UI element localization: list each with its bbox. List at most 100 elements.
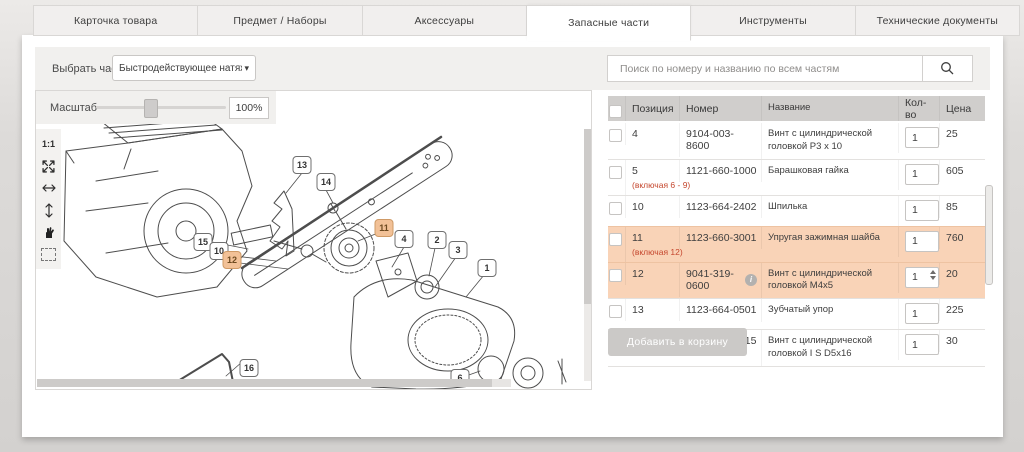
- price-cell: 605: [939, 160, 985, 182]
- tool-zoom-ratio-1-1-icon[interactable]: 1:1: [36, 133, 61, 155]
- tool-fit-height-icon[interactable]: [36, 199, 61, 221]
- chevron-down-icon: ▾: [244, 63, 249, 74]
- quantity-input[interactable]: [905, 303, 939, 324]
- search-box: [607, 55, 973, 82]
- row-checkbox-cell: [608, 263, 625, 282]
- quantity-stepper: [905, 127, 939, 148]
- diagram-vertical-scrollbar[interactable]: [584, 129, 591, 381]
- tab-3[interactable]: Аксессуары: [363, 5, 527, 36]
- quantity-cell: [898, 123, 939, 153]
- includes-note: (включая 6 - 9): [632, 180, 675, 190]
- row-checkbox[interactable]: [609, 233, 622, 246]
- part-number: 1123-664-0501: [686, 304, 757, 316]
- table-row: 11(включая 12)1123-660-3001Упругая зажим…: [608, 226, 985, 262]
- part-name-cell: Упругая зажимная шайба: [761, 227, 898, 250]
- part-number: 9104-003-8600: [686, 128, 757, 152]
- tab-5[interactable]: Инструменты: [691, 5, 855, 36]
- part-number-cell: 1123-660-3001: [679, 227, 761, 249]
- diagram-vertical-scrollbar-thumb[interactable]: [584, 129, 591, 304]
- row-checkbox[interactable]: [609, 129, 622, 142]
- magnifier-icon: [940, 61, 955, 76]
- toolbar-band: Выбрать часть Быстродействующее натяжно …: [35, 47, 990, 90]
- quantity-cell: [898, 196, 939, 226]
- row-checkbox-cell: [608, 196, 625, 215]
- quantity-input[interactable]: [905, 127, 939, 148]
- part-label-3[interactable]: 3: [449, 241, 468, 259]
- column-header-5: Цена: [939, 96, 985, 121]
- tool-pan-hand-icon[interactable]: [36, 221, 61, 243]
- quantity-stepper: [905, 303, 939, 324]
- row-checkbox[interactable]: [609, 269, 622, 282]
- spinner-down-icon[interactable]: [930, 276, 936, 280]
- part-number-cell: 9041-319-0600i: [679, 263, 761, 297]
- row-checkbox[interactable]: [609, 305, 622, 318]
- part-label-13[interactable]: 13: [293, 156, 312, 174]
- part-label-16[interactable]: 16: [240, 359, 259, 377]
- content-panel: Выбрать часть Быстродействующее натяжно …: [22, 35, 1003, 437]
- tab-1[interactable]: Карточка товара: [33, 5, 198, 36]
- quantity-input[interactable]: [905, 231, 939, 252]
- zoom-slider[interactable]: [96, 106, 226, 109]
- tool-fit-screen-icon[interactable]: [36, 155, 61, 177]
- parts-table-header: ПозицияНомерНазваниеКол-воЦена: [608, 96, 985, 123]
- quantity-cell: [898, 263, 939, 293]
- position-cell: 4: [625, 123, 679, 145]
- price-cell: 760: [939, 227, 985, 249]
- row-checkbox-cell: [608, 227, 625, 246]
- diagram-horizontal-scrollbar-thumb[interactable]: [37, 379, 492, 387]
- position-cell: 5(включая 6 - 9): [625, 160, 679, 195]
- quantity-input[interactable]: [905, 164, 939, 185]
- part-name-cell: Зубчатый упор: [761, 299, 898, 322]
- position-number: 10: [632, 201, 675, 213]
- position-cell: 12: [625, 263, 679, 285]
- column-header-2: Номер: [679, 96, 761, 121]
- part-name-cell: Винт с цилиндрической головкой I S D5x16: [761, 330, 898, 366]
- quantity-stepper: [905, 200, 939, 221]
- quantity-cell: [898, 160, 939, 190]
- part-select-dropdown[interactable]: Быстродействующее натяжно ▾: [112, 55, 256, 81]
- tab-2[interactable]: Предмет / Наборы: [198, 5, 362, 36]
- part-label-4[interactable]: 4: [395, 230, 414, 248]
- includes-note: (включая 12): [632, 247, 675, 257]
- parts-table: ПозицияНомерНазваниеКол-воЦена 4 9104-003…: [608, 96, 985, 367]
- spinner-up-icon[interactable]: [930, 270, 936, 274]
- table-scrollbar-thumb[interactable]: [985, 185, 993, 285]
- quantity-cell: [898, 227, 939, 257]
- tab-bar: Карточка товараПредмет / НаборыАксессуар…: [33, 5, 1020, 36]
- parts-catalog-page: Карточка товараПредмет / НаборыАксессуар…: [0, 0, 1024, 452]
- position-number: 4: [632, 128, 675, 140]
- part-label-11[interactable]: 11: [375, 219, 394, 237]
- part-label-12[interactable]: 12: [223, 251, 242, 269]
- info-icon[interactable]: i: [745, 274, 757, 286]
- part-label-1[interactable]: 1: [478, 259, 497, 277]
- tool-marquee-select-icon[interactable]: [36, 243, 61, 265]
- parts-diagram-viewer: 1314151012114231166 Масштаб 100% 1:1: [35, 90, 592, 390]
- row-checkbox-cell: [608, 123, 625, 142]
- price-cell: 25: [939, 123, 985, 145]
- table-row: 129041-319-0600iВинт с цилиндрической го…: [608, 262, 985, 299]
- tool-fit-width-icon[interactable]: [36, 177, 61, 199]
- tab-6[interactable]: Технические документы: [856, 5, 1020, 36]
- column-header-4: Кол-во: [898, 96, 939, 121]
- row-checkbox[interactable]: [609, 202, 622, 215]
- position-cell: 10: [625, 196, 679, 218]
- part-number-cell: 1123-664-2402: [679, 196, 761, 218]
- column-header-1: Позиция: [625, 96, 679, 121]
- part-number: 1123-660-3001: [686, 232, 757, 244]
- diagram-horizontal-scrollbar[interactable]: [37, 379, 511, 387]
- select-all-checkbox[interactable]: [609, 105, 622, 118]
- tab-4[interactable]: Запасные части: [527, 5, 691, 41]
- search-input[interactable]: [608, 56, 922, 81]
- scale-bar: Масштаб 100%: [36, 91, 276, 124]
- search-button[interactable]: [922, 56, 972, 81]
- part-label-2[interactable]: 2: [428, 231, 447, 249]
- part-name-cell: Винт с цилиндрической головкой P3 x 10: [761, 123, 898, 159]
- part-label-14[interactable]: 14: [317, 173, 336, 191]
- table-row: 5(включая 6 - 9)1121-660-1000Барашковая …: [608, 159, 985, 195]
- row-checkbox[interactable]: [609, 166, 622, 179]
- parts-diagram-art: [36, 91, 591, 389]
- quantity-input[interactable]: [905, 334, 939, 355]
- add-to-cart-button[interactable]: Добавить в корзину: [608, 328, 747, 356]
- zoom-slider-thumb[interactable]: [144, 99, 158, 118]
- quantity-input[interactable]: [905, 200, 939, 221]
